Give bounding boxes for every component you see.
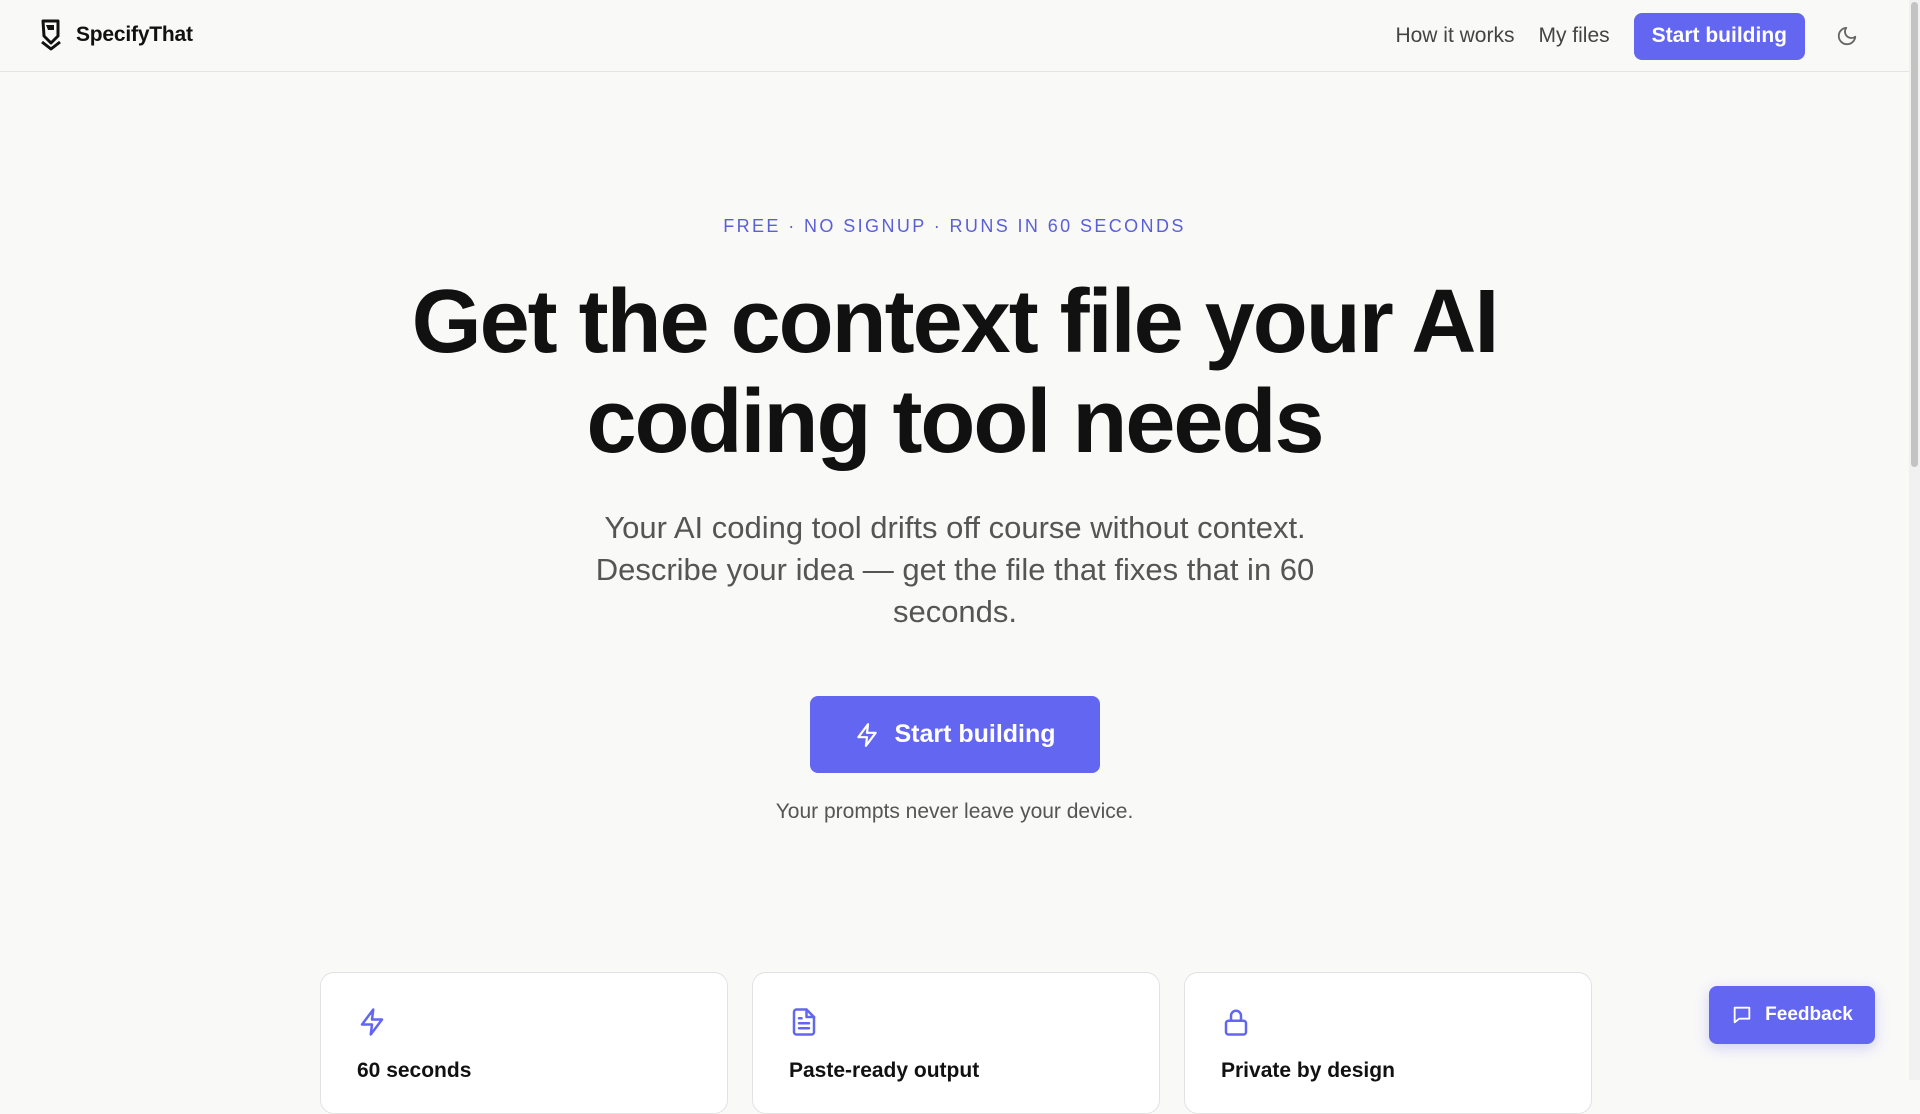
lock-icon xyxy=(1224,1009,1248,1036)
nav-how-it-works[interactable]: How it works xyxy=(1395,24,1514,48)
vertical-scrollbar[interactable] xyxy=(1909,0,1920,1080)
feature-card-title: 60 seconds xyxy=(357,1059,472,1082)
hero-cta-label: Start building xyxy=(894,720,1056,748)
brand-name: SpecifyThat xyxy=(76,23,193,46)
hero-title: Get the context file your AI coding tool… xyxy=(0,272,1909,472)
lightning-icon xyxy=(857,722,878,747)
privacy-note: Your prompts never leave your device. xyxy=(775,800,1134,823)
feedback-button[interactable]: Feedback xyxy=(1709,986,1875,1044)
hero-title-line-2: coding tool needs xyxy=(586,372,1324,472)
feedback-label: Feedback xyxy=(1765,1004,1853,1025)
feature-card-output: Paste-ready output xyxy=(752,972,1160,1114)
document-icon xyxy=(792,1008,816,1036)
feature-card-title: Private by design xyxy=(1221,1059,1395,1082)
brand[interactable]: SpecifyThat xyxy=(36,18,193,52)
header-start-building-button[interactable]: Start building xyxy=(1633,12,1805,60)
theme-toggle[interactable] xyxy=(1833,22,1861,50)
lightning-icon xyxy=(360,1008,384,1036)
site-header: SpecifyThat How it works My files Start … xyxy=(0,0,1909,72)
main-nav: How it works My files Start building xyxy=(1395,12,1861,60)
hero-subtitle: Your AI coding tool drifts off course wi… xyxy=(595,510,1315,629)
scrollbar-thumb[interactable] xyxy=(1911,2,1918,467)
nav-my-files[interactable]: My files xyxy=(1538,24,1609,48)
specifythat-logo-icon xyxy=(41,19,61,51)
feature-card-privacy: Private by design xyxy=(1184,972,1592,1114)
feature-card-title: Paste-ready output xyxy=(789,1059,980,1082)
feature-card-speed: 60 seconds xyxy=(320,972,728,1114)
moon-icon xyxy=(1837,26,1857,46)
hero-start-building-button[interactable]: Start building xyxy=(810,696,1100,773)
hero-title-line-1: Get the context file your AI xyxy=(411,272,1500,372)
hero-eyebrow: FREE · NO SIGNUP · RUNS IN 60 SECONDS xyxy=(723,216,1186,236)
chat-icon xyxy=(1733,1006,1751,1024)
